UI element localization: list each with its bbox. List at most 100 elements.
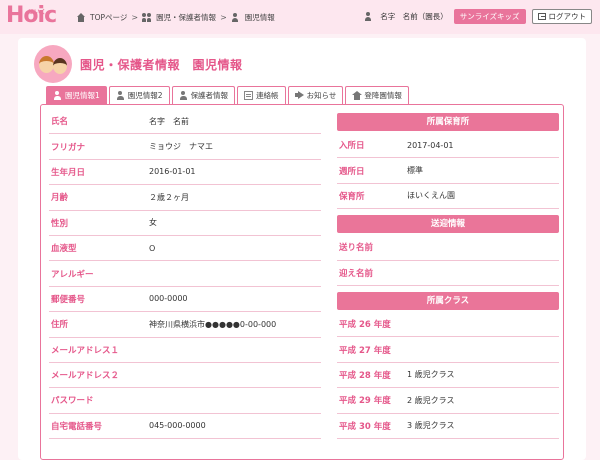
user-area: 名字 名前（園長） サンライズキッズ ログアウト (364, 8, 592, 24)
top-bar: ほいく Hoic TOPページ > 園児・保護者情報 > 園児情報 名字 名前（… (0, 0, 600, 34)
field-label: メールアドレス１ (51, 345, 120, 356)
children-avatar-icon (34, 45, 72, 83)
field-label: パスワード (51, 396, 94, 407)
tab-notices[interactable]: お知らせ (287, 86, 344, 104)
table-row: 平成 27 年度 (337, 337, 559, 363)
field-label: 迎え名前 (339, 268, 374, 279)
main-panel: 園児・保護者情報 園児情報 園児情報1 園児情報2 保護者情報 連絡帳 お知らせ (18, 38, 586, 460)
field-label: 生年月日 (51, 167, 86, 178)
table-row: 生年月日 2016-01-01 (49, 160, 321, 186)
table-row: フリガナ ミョウジ ナマエ (49, 134, 321, 160)
field-label: 氏名 (51, 117, 69, 128)
app-logo[interactable]: ほいく Hoic (6, 4, 72, 28)
tab-child-info-2[interactable]: 園児情報2 (108, 86, 170, 104)
breadcrumb-parent[interactable]: 園児・保護者情報 (156, 12, 216, 23)
table-row: メールアドレス１ (49, 338, 321, 363)
person-icon (53, 91, 62, 100)
tab-contact-book[interactable]: 連絡帳 (237, 86, 286, 104)
field-value: O (149, 243, 156, 253)
table-row: 平成 30 年度 3 歳児クラス (337, 414, 559, 439)
house-icon (352, 91, 363, 100)
field-label: 郵便番号 (51, 294, 86, 305)
school-button[interactable]: サンライズキッズ (453, 8, 526, 24)
table-row: パスワード (49, 388, 321, 414)
field-label: 月齢 (51, 193, 69, 204)
logout-icon (537, 12, 546, 20)
field-label: 住所 (51, 320, 69, 331)
table-row: 平成 28 年度 1 歳児クラス (337, 363, 559, 389)
page-header: 園児・保護者情報 園児情報 (34, 44, 243, 84)
table-row: 郵便番号 000-0000 (49, 287, 321, 313)
breadcrumb-separator: > (131, 12, 139, 22)
enrollment-column: 所属保育所 入所日 2017-04-01 週所日 標準 保育所 ほいくえん園 送迎情報… (337, 109, 559, 439)
table-row: 入所日 2017-04-01 (337, 133, 559, 159)
field-label: メールアドレス２ (51, 371, 120, 382)
field-value: 2 歳児クラス (407, 395, 455, 405)
child-info-table: 氏名 名字 名前 フリガナ ミョウジ ナマエ 生年月日 2016-01-01 月齢 ２歳… (49, 109, 321, 440)
table-row: 血液型 O (49, 236, 321, 262)
tab-child-info-1[interactable]: 園児情報1 (46, 86, 107, 104)
table-row: 保育所 ほいくえん園 (337, 184, 559, 210)
section-header-pickup: 送迎情報 (337, 215, 559, 234)
logout-button[interactable]: ログアウト (531, 8, 592, 24)
section-header-class: 所属クラス (337, 291, 559, 310)
table-row: 平成 29 年度 2 歳児クラス (337, 388, 559, 414)
page-title: 園児・保護者情報 園児情報 (80, 57, 243, 72)
field-label: 保育所 (339, 191, 365, 202)
notebook-icon (244, 91, 254, 100)
field-value: 2017-04-01 (407, 140, 454, 150)
field-value: 000-0000 (149, 294, 188, 304)
tab-label: お知らせ (306, 91, 337, 100)
tab-label: 園児情報2 (127, 91, 163, 100)
field-label: 平成 26 年度 (339, 320, 391, 331)
user-icon (364, 11, 374, 21)
field-value: 045-000-0000 (149, 421, 206, 431)
field-value: 神奈川県横浜市●●●●●0-00-000 (149, 319, 277, 329)
tab-label: 保護者情報 (190, 91, 229, 100)
field-label: フリガナ (51, 142, 86, 153)
app-frame: ほいく Hoic TOPページ > 園児・保護者情報 > 園児情報 名字 名前（… (0, 0, 600, 460)
field-value: 標準 (407, 166, 423, 176)
person-icon (179, 91, 188, 100)
field-value: ミョウジ ナマエ (149, 142, 213, 152)
person-icon (231, 12, 241, 22)
field-value: 女 (149, 218, 157, 228)
field-value: 2016-01-01 (149, 167, 196, 177)
field-value: 1 歳児クラス (407, 370, 455, 380)
table-row: 月齢 ２歳２ヶ月 (49, 185, 321, 211)
table-row: アレルギー (49, 261, 321, 287)
field-label: 自宅電話番号 (51, 421, 103, 432)
table-row: 自宅電話番号 045-000-0000 (49, 414, 321, 440)
breadcrumb-top[interactable]: TOPページ (90, 12, 127, 23)
tab-label: 園児情報1 (65, 91, 100, 100)
tab-guardian-info[interactable]: 保護者情報 (171, 86, 236, 104)
people-icon (142, 12, 152, 22)
tab-bar: 園児情報1 園児情報2 保護者情報 連絡帳 お知らせ 登降園情報 (46, 86, 409, 104)
field-value: ほいくえん園 (407, 191, 455, 201)
breadcrumb-current: 園児情報 (244, 12, 275, 22)
table-row: 週所日 標準 (337, 158, 559, 184)
table-row: 住所 神奈川県横浜市●●●●●0-00-000 (49, 312, 321, 338)
logo-small-text: ほいく (28, 9, 47, 16)
field-label: 平成 30 年度 (339, 421, 391, 432)
field-label: 性別 (51, 218, 69, 229)
field-label: 平成 29 年度 (339, 396, 391, 407)
breadcrumb-separator: > (220, 12, 227, 22)
user-name: 名字 名前（園長） (380, 11, 448, 21)
field-label: 送り名前 (339, 243, 374, 254)
table-row: 送り名前 (337, 235, 559, 261)
person-icon (116, 91, 125, 100)
tab-label: 連絡帳 (256, 91, 279, 100)
section-header-nursery: 所属保育所 (337, 113, 559, 131)
field-value: ２歳２ヶ月 (149, 192, 189, 202)
table-row: 平成 26 年度 (337, 312, 559, 338)
field-label: 平成 27 年度 (339, 345, 391, 356)
table-row: 性別 女 (49, 211, 321, 236)
home-icon (76, 12, 86, 22)
field-value: 3 歳児クラス (407, 421, 455, 431)
table-row: メールアドレス２ (49, 363, 321, 389)
tab-attendance[interactable]: 登降園情報 (345, 86, 409, 104)
field-label: 週所日 (339, 166, 365, 177)
table-row: 迎え名前 (337, 261, 559, 286)
tab-label: 登降園情報 (364, 91, 402, 100)
